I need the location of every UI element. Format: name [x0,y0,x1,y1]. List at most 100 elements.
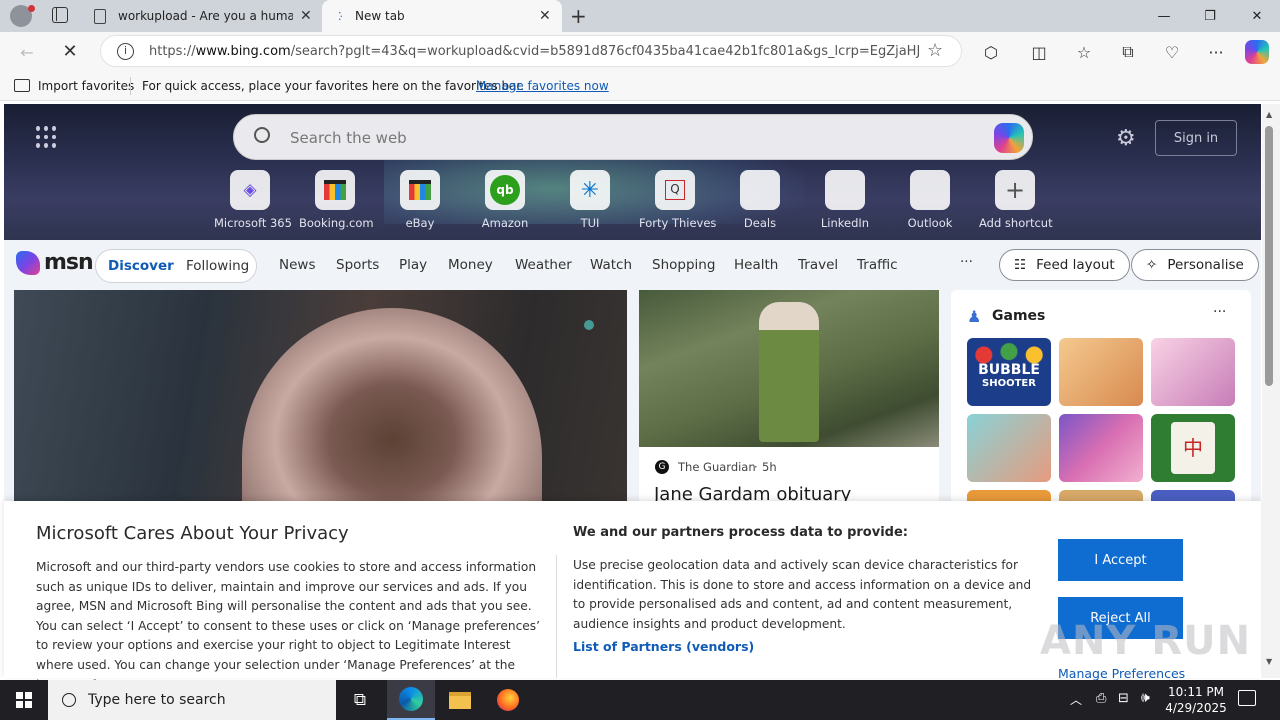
game-tile-makeup[interactable] [1059,414,1143,482]
nav-more-icon[interactable]: ··· [960,254,973,270]
manage-favorites-link[interactable]: Manage favorites now [476,79,609,93]
feed-layout-button[interactable]: ☷ Feed layout [999,249,1130,281]
guardian-logo-icon: G [655,460,669,474]
msn-wordmark: msn [44,250,94,275]
shortcut-tui[interactable]: ✳ TUI [554,170,626,230]
close-window-icon[interactable]: ✕ [1234,0,1280,32]
taskbar-file-explorer[interactable] [436,680,484,720]
nav-news[interactable]: News [279,257,315,273]
shortcut-deals[interactable]: Deals [724,170,796,230]
taskbar-search-box[interactable]: Type here to search [48,680,336,720]
favorites-hint: For quick access, place your favorites h… [142,79,525,93]
tray-device-icon[interactable]: ⎙ [1096,691,1106,706]
tab-new-tab[interactable]: ⁚· New tab ✕ [322,0,562,32]
app-launcher-icon[interactable] [36,126,58,148]
close-tab-icon[interactable]: ✕ [300,8,312,24]
games-more-icon[interactable]: ··· [1213,304,1226,320]
shortcut-linkedin[interactable]: LinkedIn [809,170,881,230]
nav-sports[interactable]: Sports [336,257,379,273]
nav-health[interactable]: Health [734,257,778,273]
windows-taskbar: Type here to search ⧉ ︿ ⎙ ⊟ 🕪 10:11 PM 4… [0,680,1280,720]
network-icon[interactable]: ⊟ [1118,691,1129,706]
new-tab-plus-icon[interactable]: + [570,3,590,29]
deals-icon [740,170,780,210]
collections-icon[interactable]: ⧉ [1116,40,1140,64]
linkedin-icon [825,170,865,210]
privacy-consent-dialog: Microsoft Cares About Your Privacy Micro… [4,501,1261,692]
scroll-down-icon[interactable]: ▼ [1266,657,1272,666]
msn-logo[interactable]: msn [16,250,94,275]
tab-discover[interactable]: Discover [108,258,174,274]
personalise-button[interactable]: ✧ Personalise [1131,249,1259,281]
split-screen-icon[interactable]: ◫ [1027,40,1051,64]
sign-in-button[interactable]: Sign in [1155,120,1237,156]
tray-chevron-icon[interactable]: ︿ [1070,691,1082,708]
page-scrollbar[interactable]: ▲ ▼ [1262,104,1280,678]
start-button[interactable] [0,680,48,720]
shortcut-ebay[interactable]: eBay [384,170,456,230]
copilot-icon[interactable] [1245,40,1269,64]
add-shortcut-button[interactable]: + Add shortcut [979,170,1053,230]
nav-watch[interactable]: Watch [590,257,632,273]
privacy-body: Microsoft and our third-party vendors us… [36,560,541,692]
extensions-icon[interactable]: ⬡ [979,40,1003,64]
notifications-icon[interactable] [1238,690,1256,706]
taskbar-clock[interactable]: 10:11 PM 4/29/2025 [1164,684,1228,716]
back-arrow-icon[interactable]: ← [15,40,39,64]
qb-icon: qb [485,170,525,210]
manage-preferences-link[interactable]: Manage Preferences [1058,666,1185,681]
shortcut-amazon[interactable]: qb Amazon [469,170,541,230]
nav-traffic[interactable]: Traffic [857,257,898,273]
accept-button[interactable]: I Accept [1058,539,1183,581]
import-favorites-button[interactable]: Import favorites [38,79,134,93]
restore-icon[interactable]: ❐ [1187,0,1233,32]
tab-title: New tab [355,9,405,23]
games-icon: ♟ [967,307,982,326]
taskbar-firefox[interactable] [484,680,532,720]
games-widget: ♟ Games ··· BUBBLE SHOOTER 中 [951,290,1251,558]
nav-travel[interactable]: Travel [798,257,838,273]
close-tab-icon[interactable]: ✕ [539,8,551,24]
outlook-icon [910,170,950,210]
game-tile-bubble-shooter[interactable]: BUBBLE SHOOTER [967,338,1051,406]
minimize-icon[interactable]: — [1141,0,1187,32]
taskbar-edge[interactable] [387,680,435,720]
tab-actions-icon[interactable] [52,7,68,23]
tab-following[interactable]: Following [186,258,249,274]
settings-more-icon[interactable]: ··· [1204,40,1228,64]
copilot-icon[interactable] [994,123,1024,153]
page-settings-gear-icon[interactable]: ⚙ [1116,126,1136,151]
shortcut-forty-thieves[interactable]: Q Forty Thieves [639,170,716,230]
lead-story-image[interactable] [14,290,627,510]
web-search-box[interactable]: Search the web [233,114,1033,160]
walmart-icon: ✳ [570,170,610,210]
nav-money[interactable]: Money [448,257,493,273]
sparkle-icon: ✧ [1146,257,1158,273]
address-bar[interactable]: i https://www.bing.com/search?pglt=43&q=… [100,35,962,67]
shortcut-booking[interactable]: Booking.com [299,170,374,230]
game-tile-kids[interactable] [1059,338,1143,406]
nav-shopping[interactable]: Shopping [652,257,715,273]
partners-list-link[interactable]: List of Partners (vendors) [573,639,754,654]
scroll-up-icon[interactable]: ▲ [1266,110,1272,119]
news-card-guardian[interactable]: G The Guardian · 5h Jane Gardam obituary [639,290,939,510]
game-tile-fashion[interactable] [1151,338,1235,406]
tab-workupload[interactable]: workupload - Are you a human? ✕ [84,0,322,32]
shortcut-microsoft-365[interactable]: ◈ Microsoft 365 [214,170,292,230]
hooded-person-photo [242,308,542,510]
scrollbar-thumb[interactable] [1265,126,1273,386]
nav-play[interactable]: Play [399,257,427,273]
shortcut-outlook[interactable]: Outlook [894,170,966,230]
game-tile-mahjong[interactable]: 中 [1151,414,1235,482]
browser-essentials-icon[interactable]: ♡ [1160,40,1184,64]
site-info-icon[interactable]: i [117,43,134,60]
favorites-icon[interactable]: ☆ [1072,40,1096,64]
favorite-star-icon[interactable]: ☆ [927,40,943,61]
shopping-bag-icon [315,170,355,210]
nav-weather[interactable]: Weather [515,257,572,273]
volume-icon[interactable]: 🕪 [1141,690,1150,706]
stop-loading-icon[interactable]: ✕ [58,39,82,63]
task-view-icon[interactable]: ⧉ [336,680,384,720]
folder-icon [449,691,471,709]
game-tile-story[interactable] [967,414,1051,482]
